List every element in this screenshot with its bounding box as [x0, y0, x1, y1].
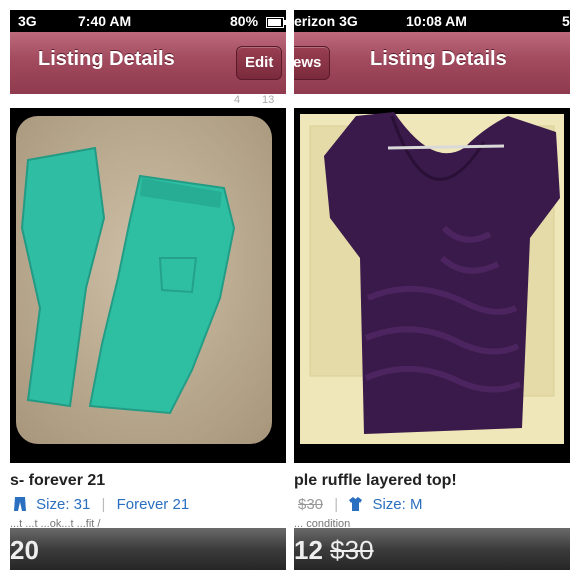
status-bar: erizon 3G 10:08 AM 5 — [294, 10, 570, 32]
meta-divider: | — [101, 496, 106, 513]
battery-percent: 5 — [562, 13, 570, 29]
listing-counts: 4 13 — [10, 94, 286, 108]
item-brand[interactable]: Forever 21 — [117, 496, 190, 513]
item-title: s- forever 21 — [10, 472, 106, 489]
item-price: 12 $30 — [294, 535, 374, 566]
page-title: Listing Details — [370, 48, 507, 70]
price-bar: 12 $30 — [294, 528, 570, 570]
listing-photo[interactable] — [10, 108, 286, 463]
listing-photo[interactable] — [294, 108, 570, 463]
back-button[interactable]: ews — [294, 46, 331, 80]
item-price: 20 — [10, 535, 39, 565]
price-original: $30 — [330, 535, 374, 565]
item-title: ple ruffle layered top! — [294, 472, 457, 489]
price-bar: 20 — [10, 528, 286, 570]
nav-bar: Listing Details Edit — [10, 32, 286, 95]
nav-bar: ews Listing Details — [294, 32, 570, 95]
listing-counts — [294, 94, 570, 108]
pants-icon — [14, 497, 26, 511]
count-likes: 4 — [234, 94, 241, 106]
page-title: Listing Details — [38, 48, 175, 70]
battery-icon — [266, 15, 286, 31]
price-current: 12 — [294, 535, 323, 565]
item-meta: $30 | Size: M — [298, 496, 422, 513]
count-comments: 13 — [262, 94, 275, 106]
carrier-label: 3G — [18, 13, 37, 29]
item-meta: Size: 31 | Forever 21 — [14, 496, 189, 513]
clock: 7:40 AM — [78, 13, 132, 29]
item-size: Size: M — [372, 496, 423, 513]
listing-screen-left: 3G 7:40 AM 80% Listing Details Edit 4 13 — [10, 10, 286, 570]
original-price: $30 — [298, 496, 324, 513]
carrier-label: erizon 3G — [294, 13, 358, 29]
listing-screen-right: erizon 3G 10:08 AM 5 ews Listing Details… — [294, 10, 570, 570]
status-bar: 3G 7:40 AM 80% — [10, 10, 286, 32]
clock: 10:08 AM — [406, 13, 467, 29]
item-size: Size: 31 — [36, 496, 91, 513]
edit-button[interactable]: Edit — [236, 46, 283, 80]
shirt-icon — [349, 497, 363, 511]
meta-divider: | — [334, 496, 339, 513]
battery-percent: 80% — [230, 13, 259, 29]
